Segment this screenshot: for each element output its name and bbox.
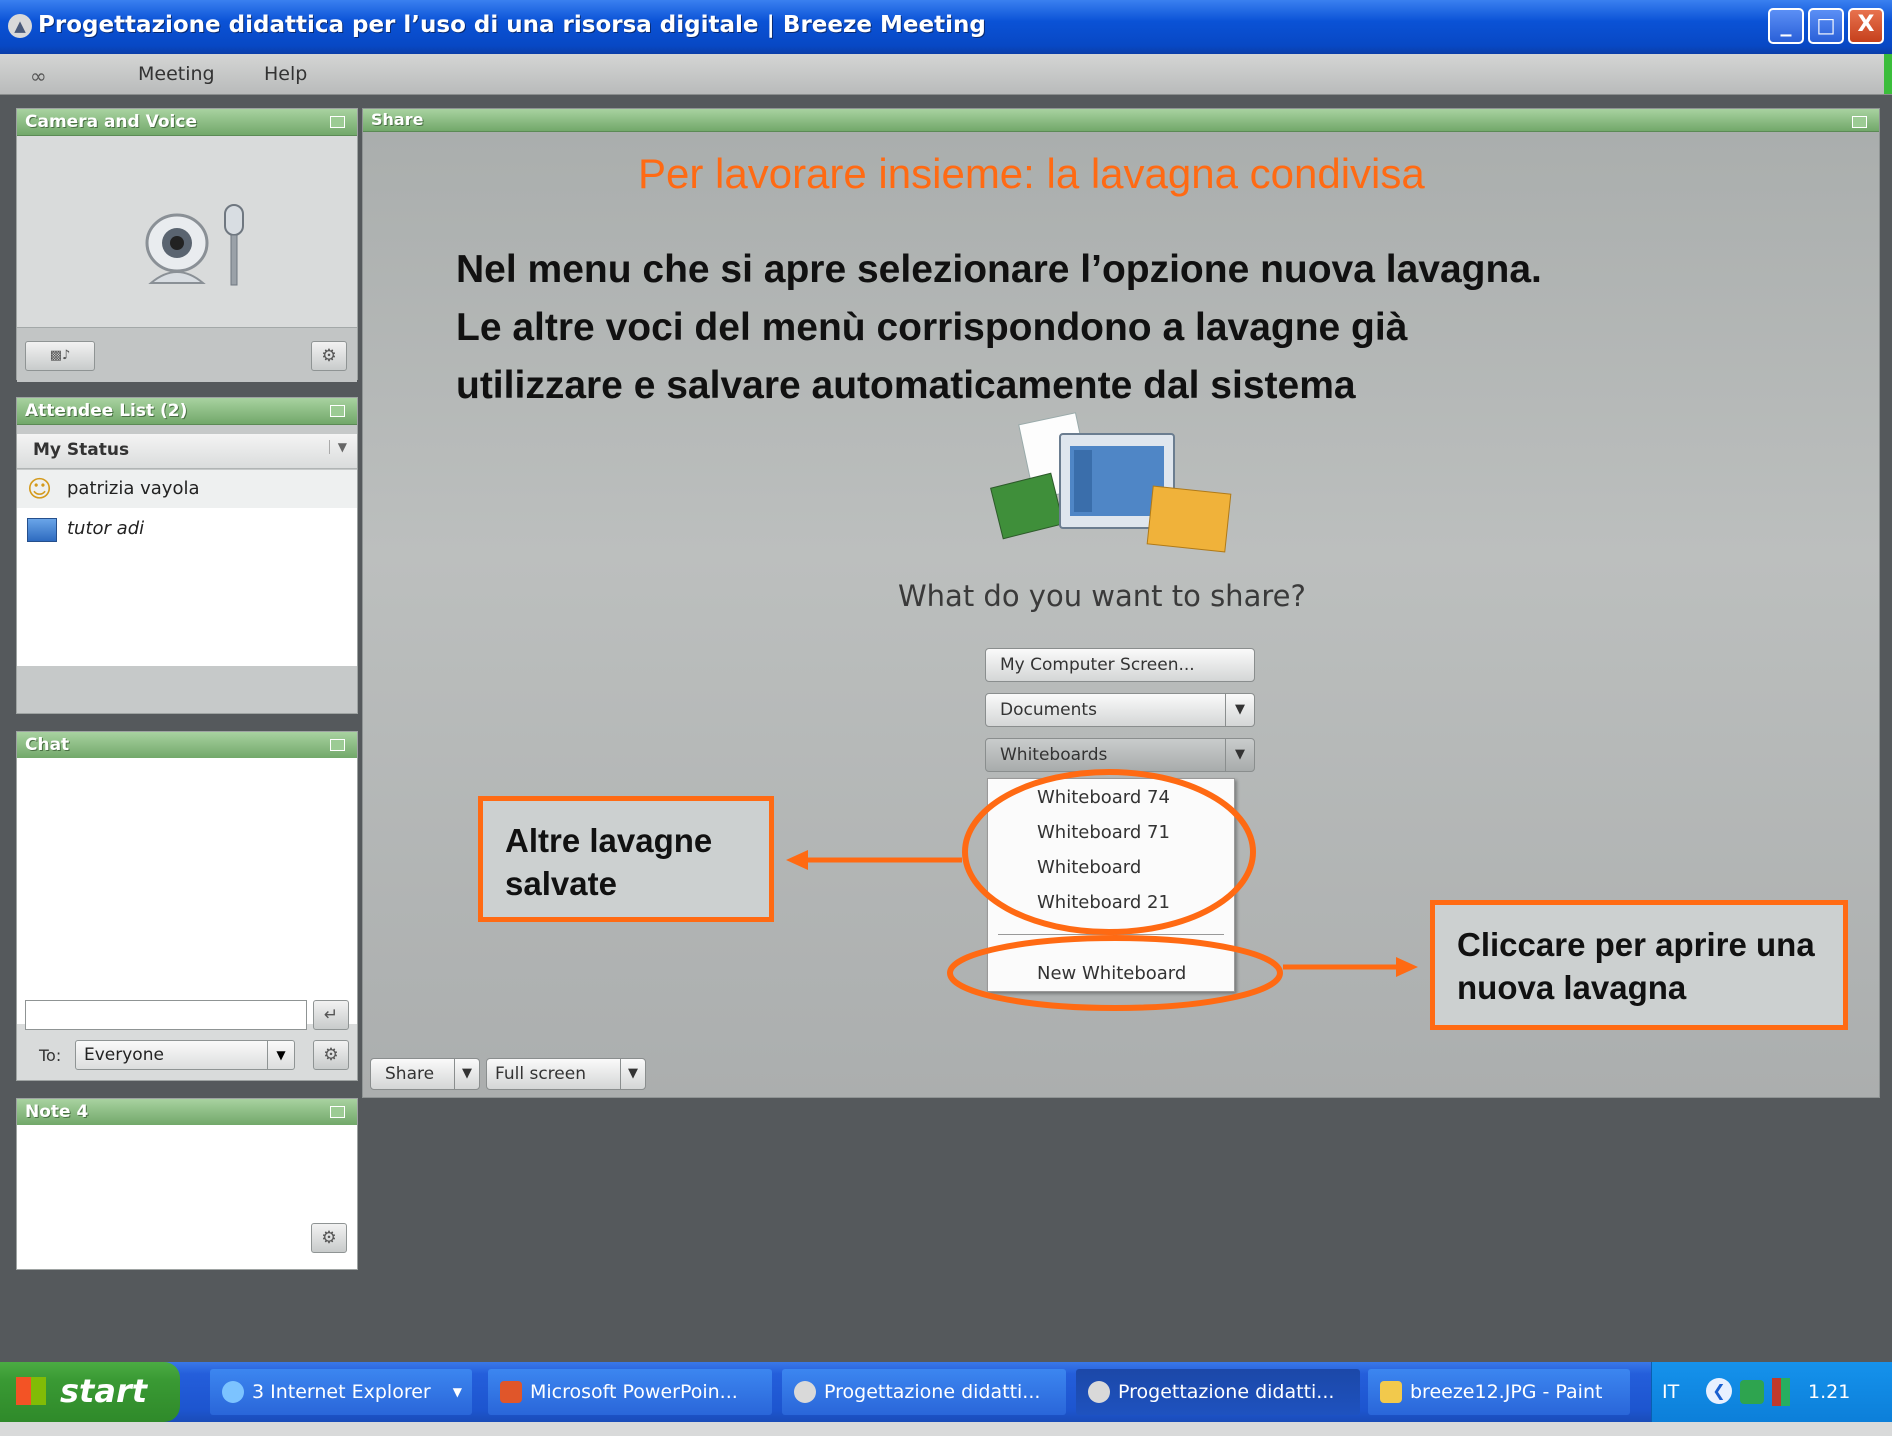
- start-label: start: [60, 1372, 148, 1410]
- share-button-label: Share: [385, 1064, 435, 1084]
- saved-whiteboards-callout: Altre lavagne salvate: [478, 796, 774, 922]
- chevron-down-icon: ▼: [620, 1059, 645, 1089]
- taskbar-item-label: 3 Internet Explorer: [252, 1381, 431, 1403]
- share-pod-footer: Share ▼ Full screen ▼: [362, 1050, 1880, 1098]
- language-indicator[interactable]: IT: [1662, 1381, 1679, 1403]
- breeze-meeting-window: ▲ Progettazione didattica per l’uso di u…: [0, 0, 1892, 1384]
- taskbar-item-powerpoint[interactable]: Microsoft PowerPoin...: [488, 1369, 772, 1415]
- taskbar-item-label: Progettazione didatti...: [824, 1381, 1041, 1403]
- arrow-head: [1396, 957, 1418, 977]
- volume-meter-icon[interactable]: [1772, 1378, 1790, 1406]
- arrow-head: [786, 850, 808, 870]
- full-screen-label: Full screen: [495, 1064, 586, 1084]
- windows-flag-icon: [16, 1377, 46, 1405]
- windows-taskbar: start 3 Internet Explorer ▼ Microsoft Po…: [0, 1362, 1892, 1422]
- taskbar-item-label: Microsoft PowerPoin...: [530, 1381, 738, 1403]
- chevron-down-icon: ▼: [452, 1385, 462, 1399]
- taskbar-item-label: breeze12.JPG - Paint: [1410, 1381, 1603, 1403]
- start-button[interactable]: start: [0, 1362, 180, 1422]
- annotation-overlay: [786, 769, 1418, 1011]
- share-menu-button[interactable]: Share ▼: [370, 1058, 480, 1090]
- new-whiteboard-callout: Cliccare per aprire una nuova lavagna: [1430, 900, 1848, 1030]
- tray-expand-icon[interactable]: ❮: [1706, 1378, 1732, 1404]
- system-tray: IT ❮ 1.21: [1651, 1362, 1892, 1422]
- clock: 1.21: [1808, 1381, 1851, 1403]
- paint-icon: [1380, 1381, 1402, 1403]
- network-icon[interactable]: [1740, 1380, 1764, 1404]
- chevron-down-icon: ▼: [454, 1059, 479, 1089]
- full-screen-button[interactable]: Full screen ▼: [486, 1058, 646, 1090]
- screen-bottom-border: [0, 1422, 1892, 1436]
- taskbar-item-label: Progettazione didatti...: [1118, 1381, 1335, 1403]
- breeze-app-icon: [794, 1381, 816, 1403]
- new-whiteboard-highlight-ellipse: [947, 935, 1283, 1011]
- saved-whiteboards-highlight-ellipse: [962, 769, 1256, 935]
- taskbar-item-paint[interactable]: breeze12.JPG - Paint: [1368, 1369, 1630, 1415]
- taskbar-item-internet-explorer[interactable]: 3 Internet Explorer ▼: [210, 1369, 472, 1415]
- powerpoint-icon: [500, 1381, 522, 1403]
- taskbar-item-breeze-2[interactable]: Progettazione didatti...: [1076, 1369, 1360, 1415]
- taskbar-item-breeze-1[interactable]: Progettazione didatti...: [782, 1369, 1066, 1415]
- internet-explorer-icon: [222, 1381, 244, 1403]
- breeze-app-icon: [1088, 1381, 1110, 1403]
